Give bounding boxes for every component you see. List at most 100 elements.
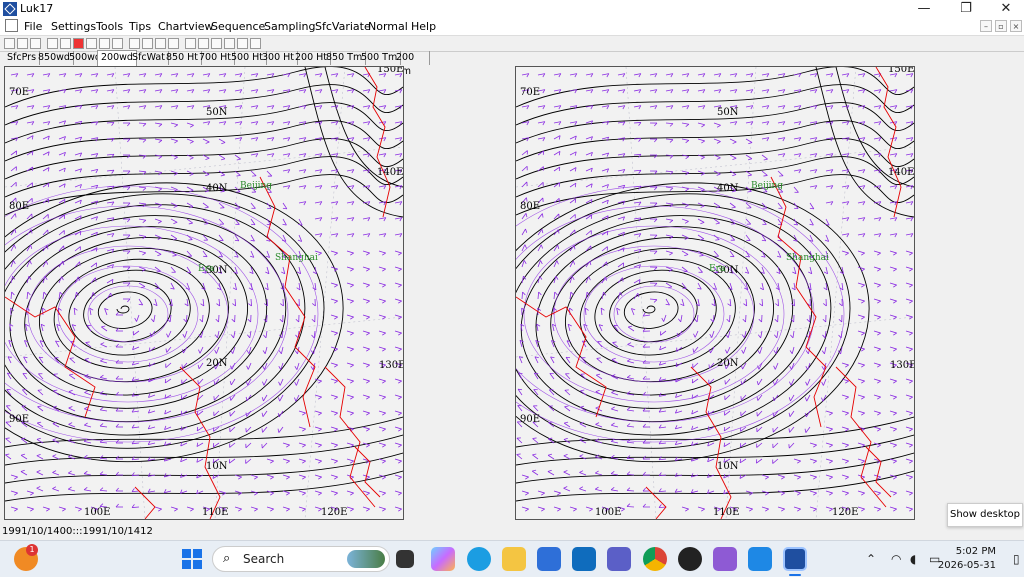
map-label-lat10: 10N (717, 461, 739, 472)
map-label-lat20: 20N (717, 358, 739, 369)
print-icon[interactable] (237, 38, 248, 49)
clock-time: 5:02 PM (938, 545, 996, 559)
first-frame-icon[interactable] (47, 38, 58, 49)
menu-normal[interactable]: Normal (368, 20, 408, 33)
wind-barb (251, 299, 252, 306)
grid-icon[interactable] (168, 38, 179, 49)
search-highlight-image (347, 550, 385, 568)
windows-logo-icon (181, 548, 203, 570)
map-label-lon80: 80E (520, 201, 540, 212)
wind-barb (627, 506, 634, 507)
map-label-lon150: 150E (888, 67, 914, 75)
open-icon[interactable] (17, 38, 28, 49)
menu-settings[interactable]: Settings (51, 20, 96, 33)
wind-barb-feather (622, 278, 623, 282)
clock-date: 2026-05-31 (938, 559, 996, 573)
map-label-lon130: 130E (379, 360, 403, 371)
globe-icon[interactable] (129, 38, 140, 49)
volume-icon[interactable]: ◖ (910, 552, 916, 566)
outlook-icon[interactable] (572, 547, 596, 571)
map-label-lon100: 100E (84, 507, 110, 518)
save-icon[interactable] (30, 38, 41, 49)
layer-icon[interactable] (224, 38, 235, 49)
mdi-minimize-button[interactable]: – (980, 20, 992, 32)
luk17-taskbar-icon[interactable] (783, 547, 807, 571)
wind-icon[interactable] (198, 38, 209, 49)
prev-frame-icon[interactable] (60, 38, 71, 49)
wind-barb-feather (724, 427, 725, 431)
wind-barb-feather (188, 240, 192, 241)
title-bar: Luk17 — ❐ ✕ (0, 0, 1024, 18)
app-icon (3, 2, 17, 16)
contour-icon[interactable] (185, 38, 196, 49)
file-explorer-icon[interactable] (502, 547, 526, 571)
wind-barb-feather (86, 342, 90, 343)
map-label-beijing: Beijing (751, 181, 783, 191)
wind-barb-feather (597, 358, 601, 359)
map-label-lon80: 80E (9, 201, 29, 212)
minimize-button[interactable]: — (904, 0, 944, 18)
map-label-lon70: 70E (9, 87, 29, 98)
chart-tabs: SfcPrs850wd500wd200wdSfcWat850 Ht700 Ht5… (0, 51, 430, 65)
close-button[interactable]: ✕ (986, 0, 1024, 18)
map-label-shanghai: Shanghai (786, 253, 829, 263)
menu-sequence[interactable]: Sequence (211, 20, 265, 33)
tab-200-tm[interactable]: 200 Tm (393, 51, 430, 65)
right-weather-map[interactable]: 150E140E130E120E110E100E90E80E70E50N40N3… (515, 66, 915, 520)
map-label-lat40: 40N (206, 183, 228, 194)
step-icon[interactable] (99, 38, 110, 49)
menu-sfcvariate[interactable]: SfcVariate (315, 20, 371, 33)
left-weather-map[interactable]: 150E140E130E120E110E100E90E80E70E50N40N3… (4, 66, 404, 520)
wind-barb (634, 122, 641, 123)
new-icon[interactable] (4, 38, 15, 49)
windows-start-icon[interactable] (181, 548, 203, 570)
wind-barb-feather (39, 357, 43, 358)
chrome-icon[interactable] (643, 547, 667, 571)
visual-studio-icon[interactable] (713, 547, 737, 571)
chevron-up-icon[interactable]: ⌃ (866, 552, 876, 566)
media-player-icon[interactable] (678, 547, 702, 571)
menu-sampling[interactable]: Sampling (264, 20, 316, 33)
wind-barb-feather (517, 454, 521, 455)
menu-tools[interactable]: Tools (96, 20, 123, 33)
pan-icon[interactable] (142, 38, 153, 49)
mdi-close-button[interactable]: × (1010, 20, 1022, 32)
map-label-lon100: 100E (595, 507, 621, 518)
copilot-icon[interactable] (431, 547, 455, 571)
wind-barb (522, 292, 523, 299)
restore-button[interactable]: ❐ (946, 0, 986, 18)
status-text: 1991/10/1400:::1991/10/1412 (2, 526, 153, 537)
bell-icon[interactable]: ▯ (1013, 552, 1020, 566)
map-label-lon120: 120E (832, 507, 858, 518)
search-box[interactable]: ⌕ Search (212, 546, 390, 572)
store-icon[interactable] (537, 547, 561, 571)
document-icon[interactable] (5, 19, 18, 32)
play-icon[interactable] (86, 38, 97, 49)
fast-forward-icon[interactable] (112, 38, 123, 49)
clock[interactable]: 5:02 PM 2026-05-31 (938, 545, 996, 573)
wind-barb-feather (165, 379, 166, 383)
zoom-icon[interactable] (155, 38, 166, 49)
task-view-icon[interactable] (396, 550, 414, 568)
teams-icon[interactable] (607, 547, 631, 571)
menu-file[interactable]: File (24, 20, 42, 33)
wind-barb-feather (182, 364, 183, 368)
left-map-canvas: 150E140E130E120E110E100E90E80E70E50N40N3… (5, 67, 403, 519)
wind-barb-feather (566, 357, 570, 358)
edge-icon[interactable] (467, 547, 491, 571)
remote-desktop-icon[interactable] (748, 547, 772, 571)
menu-tips[interactable]: Tips (129, 20, 151, 33)
menu-help[interactable]: Help (411, 20, 436, 33)
wind-barb (132, 507, 139, 508)
map-label-lat50: 50N (206, 107, 228, 118)
map-label-lon70: 70E (520, 87, 540, 98)
settings-icon[interactable] (250, 38, 261, 49)
menu-chartview[interactable]: Chartview (158, 20, 214, 33)
wind-barb-feather (559, 167, 560, 171)
stop-icon[interactable] (73, 38, 84, 49)
map-label-beijing: Beijing (240, 181, 272, 191)
notification-badge: 1 (26, 544, 38, 556)
streamline-icon[interactable] (211, 38, 222, 49)
mdi-restore-button[interactable]: ▫ (995, 20, 1007, 32)
wifi-icon[interactable]: ◠ (891, 552, 901, 566)
